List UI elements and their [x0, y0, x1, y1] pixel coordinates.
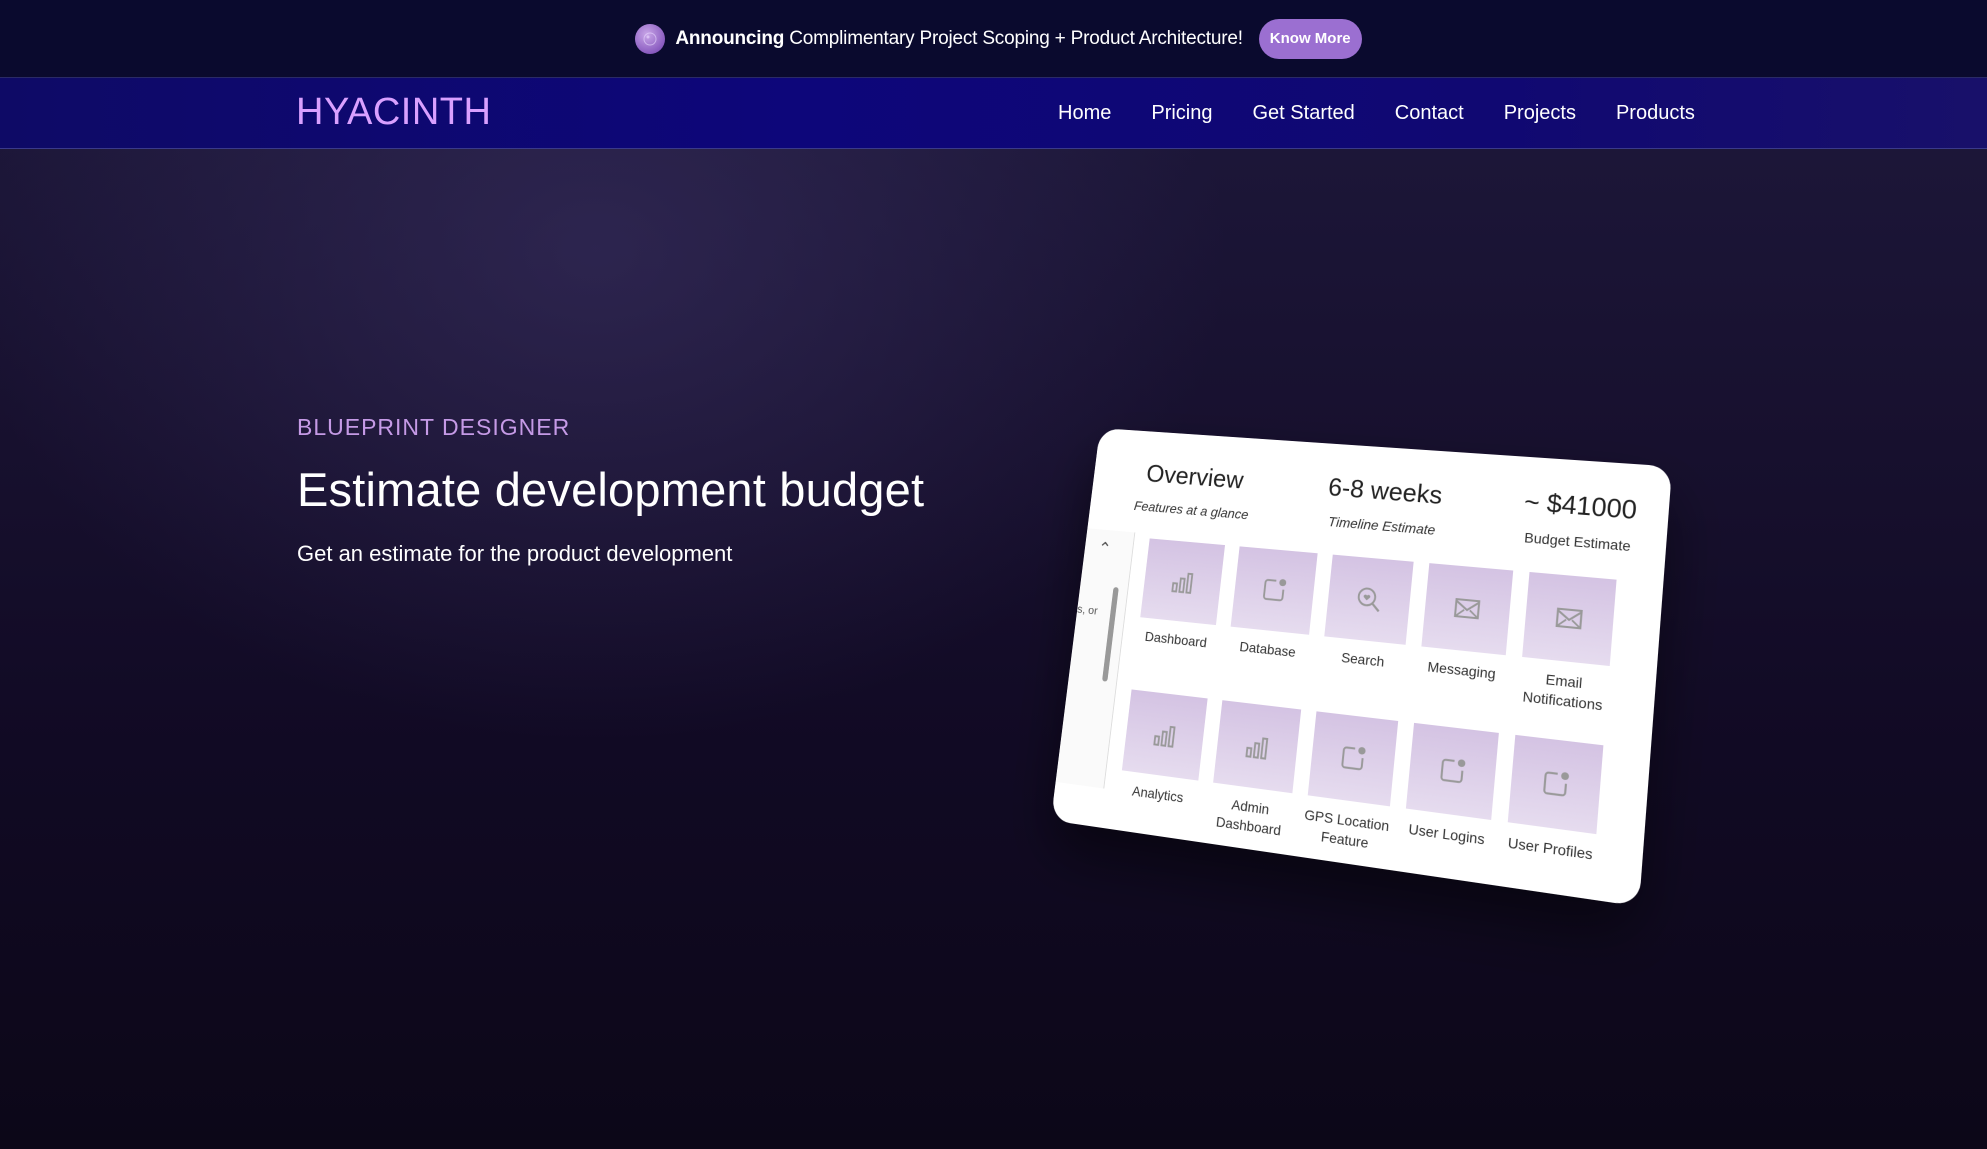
feature-tile-user-logins[interactable]: User Logins — [1399, 722, 1501, 870]
announcement-text: Announcing Complimentary Project Scoping… — [675, 27, 1243, 49]
announcement-bar: Announcing Complimentary Project Scoping… — [0, 0, 1987, 78]
feature-tile-messaging[interactable]: Messaging — [1415, 563, 1515, 704]
hero-section — [0, 149, 1987, 1149]
feature-tile-dashboard[interactable]: Dashboard — [1133, 538, 1227, 671]
search-heart-icon — [1324, 554, 1414, 645]
features-row: Analytics Admin Dashboard GPS Location F… — [1115, 689, 1619, 887]
feature-tile-email-notifications[interactable]: Email Notifications — [1516, 571, 1619, 716]
nav-link-projects[interactable]: Projects — [1504, 102, 1576, 125]
nav-link-products[interactable]: Products — [1616, 102, 1695, 125]
navbar: HYACINTH Home Pricing Get Started Contac… — [0, 78, 1987, 149]
feature-label: GPS Location Feature — [1303, 806, 1391, 851]
preview-card-wrapper: Overview Features at a glance 6-8 weeks … — [1030, 410, 1673, 907]
bar-chart-icon — [1140, 538, 1226, 626]
feature-label: Messaging — [1426, 658, 1497, 682]
envelope-icon — [1522, 571, 1617, 667]
feature-label: Search — [1340, 649, 1386, 670]
nav-link-home[interactable]: Home — [1058, 102, 1111, 125]
hero-headline: Estimate development budget — [297, 463, 925, 516]
feature-label: User Profiles — [1507, 833, 1594, 863]
feature-label: User Logins — [1407, 820, 1486, 848]
notification-square-icon — [1405, 722, 1499, 820]
feature-tile-admin-dashboard[interactable]: Admin Dashboard — [1206, 699, 1303, 842]
features-grid: Dashboard Database Search Messaging Emai… — [1111, 538, 1631, 906]
nav-link-contact[interactable]: Contact — [1395, 102, 1464, 125]
stat-label: Budget Estimate — [1523, 529, 1632, 555]
feature-label: Admin Dashboard — [1215, 796, 1282, 839]
notification-square-icon — [1230, 546, 1318, 635]
bar-chart-icon — [1213, 699, 1302, 794]
feature-label: Dashboard — [1144, 628, 1208, 651]
stat-value: ~ $41000 — [1522, 486, 1639, 525]
stat-label: Timeline Estimate — [1327, 513, 1437, 538]
preview-card: Overview Features at a glance 6-8 weeks … — [1050, 428, 1673, 907]
feature-tile-user-profiles[interactable]: User Profiles — [1501, 734, 1605, 885]
stat-budget: ~ $41000 Budget Estimate — [1520, 486, 1638, 554]
hero-subline: Get an estimate for the product developm… — [297, 541, 733, 566]
feature-tile-database[interactable]: Database — [1224, 546, 1320, 682]
side-panel-text: s, or — [1076, 602, 1099, 618]
feature-tile-analytics[interactable]: Analytics — [1115, 689, 1210, 828]
feature-tile-search[interactable]: Search — [1317, 554, 1415, 692]
scrollbar[interactable] — [1102, 586, 1119, 682]
notification-square-icon — [1507, 734, 1604, 834]
feature-label: Analytics — [1131, 782, 1185, 806]
stat-timeline: 6-8 weeks Timeline Estimate — [1324, 472, 1444, 538]
stat-value: 6-8 weeks — [1326, 472, 1444, 510]
stat-overview: Overview Features at a glance — [1133, 458, 1253, 522]
features-row: Dashboard Database Search Messaging Emai… — [1133, 538, 1631, 717]
moon-globe-icon — [635, 23, 666, 54]
notification-square-icon — [1307, 711, 1399, 807]
feature-label: Email Notifications — [1522, 670, 1604, 714]
logo[interactable]: HYACINTH — [296, 91, 491, 134]
nav-links: Home Pricing Get Started Contact Project… — [1058, 78, 1695, 149]
announcement-content: Announcing Complimentary Project Scoping… — [635, 18, 1362, 59]
feature-tile-gps-location[interactable]: GPS Location Feature — [1301, 711, 1400, 856]
feature-label: Database — [1238, 638, 1297, 660]
hero-eyebrow: BLUEPRINT DESIGNER — [297, 414, 571, 440]
nav-link-pricing[interactable]: Pricing — [1151, 102, 1212, 125]
stat-value: Overview — [1144, 458, 1245, 495]
bar-chart-icon — [1121, 689, 1208, 781]
chevron-up-icon[interactable]: ⌃ — [1097, 539, 1112, 560]
nav-link-get-started[interactable]: Get Started — [1253, 102, 1355, 125]
envelope-icon — [1421, 563, 1514, 656]
know-more-button[interactable]: Know More — [1258, 18, 1362, 59]
stat-label: Features at a glance — [1133, 497, 1250, 523]
stats-row: Overview Features at a glance 6-8 weeks … — [1133, 458, 1638, 554]
